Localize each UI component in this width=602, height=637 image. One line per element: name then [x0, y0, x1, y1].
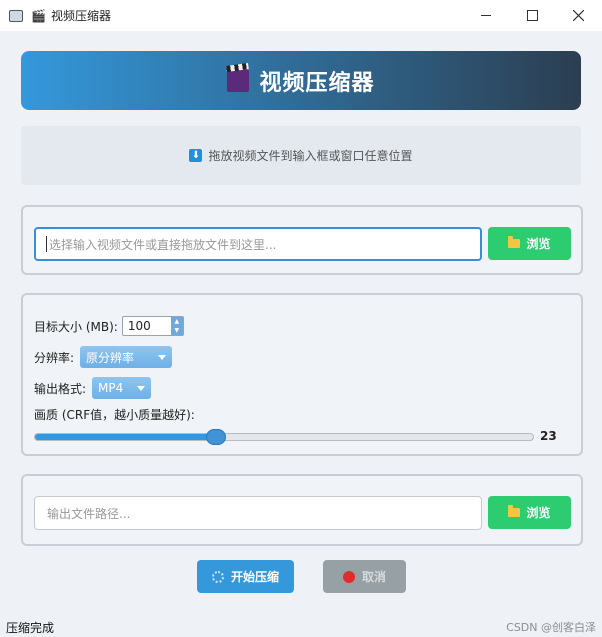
title-bar: 🎬 视频压缩器 — [0, 0, 602, 31]
output-path-placeholder: 输出文件路径... — [47, 506, 131, 521]
quality-label: 画质 (CRF值，越小质量越好): — [34, 408, 195, 422]
spin-up-icon[interactable]: ▲ — [171, 317, 183, 326]
quality-row: 画质 (CRF值，越小质量越好): — [34, 406, 195, 423]
format-row: 输出格式: MP4 — [34, 377, 152, 399]
clapperboard-icon: 🎬 — [31, 8, 46, 23]
header-title: 视频压缩器 — [259, 70, 375, 96]
format-label: 输出格式: — [34, 381, 87, 396]
output-browse-label: 浏览 — [526, 506, 551, 520]
crf-slider[interactable] — [34, 429, 534, 445]
input-file-placeholder: 选择输入视频文件或直接拖放文件到这里... — [49, 237, 277, 252]
input-browse-label: 浏览 — [526, 237, 551, 251]
status-text: 压缩完成 — [6, 621, 55, 635]
input-panel: 选择输入视频文件或直接拖放文件到这里... 浏览 — [21, 205, 583, 275]
clapperboard-icon — [227, 69, 250, 92]
resolution-select[interactable]: 原分辨率 — [80, 346, 173, 368]
drop-zone-text: 拖放视频文件到输入框或窗口任意位置 — [208, 149, 413, 163]
target-size-value: 100 — [127, 319, 151, 333]
close-button[interactable] — [555, 0, 601, 31]
chevron-down-icon — [158, 354, 167, 360]
status-bar: 压缩完成 CSDN @创客白泽 — [0, 617, 602, 637]
input-browse-button[interactable]: 浏览 — [488, 227, 571, 260]
maximize-button[interactable] — [509, 0, 555, 31]
crf-slider-handle[interactable] — [206, 429, 227, 445]
format-select[interactable]: MP4 — [92, 377, 152, 399]
stop-dot-icon — [342, 570, 355, 583]
folder-icon — [508, 505, 521, 517]
resolution-label: 分辨率: — [34, 350, 75, 365]
start-compress-label: 开始压缩 — [230, 570, 279, 584]
cancel-button[interactable]: 取消 — [323, 560, 406, 593]
folder-icon — [508, 236, 521, 248]
start-compress-button[interactable]: 开始压缩 — [197, 560, 294, 593]
spin-down-icon[interactable]: ▼ — [171, 326, 183, 335]
cancel-label: 取消 — [361, 570, 386, 584]
settings-panel: 目标大小 (MB): 100 ▲ ▼ 分辨率: 原分辨率 输出格式: MP4 画… — [21, 293, 583, 456]
output-path-field[interactable]: 输出文件路径... — [34, 496, 482, 530]
drop-zone[interactable]: ⬇ 拖放视频文件到输入框或窗口任意位置 — [21, 126, 581, 185]
minimize-button[interactable] — [463, 0, 509, 31]
text-cursor — [46, 236, 47, 252]
watermark: CSDN @创客白泽 — [506, 621, 596, 634]
resolution-value: 原分辨率 — [86, 350, 135, 365]
app-icon — [9, 9, 23, 22]
chevron-down-icon — [137, 385, 146, 391]
output-panel: 输出文件路径... 浏览 — [21, 474, 583, 546]
header-banner: 视频压缩器 — [21, 51, 581, 110]
input-file-field[interactable]: 选择输入视频文件或直接拖放文件到这里... — [34, 227, 482, 261]
format-value: MP4 — [98, 381, 124, 395]
download-arrow-icon: ⬇ — [189, 149, 203, 162]
spin-buttons[interactable]: ▲ ▼ — [170, 317, 183, 335]
window-title: 视频压缩器 — [50, 9, 111, 23]
close-icon — [572, 10, 584, 21]
target-size-row: 目标大小 (MB): 100 ▲ ▼ — [34, 316, 184, 336]
crf-slider-fill — [35, 434, 217, 440]
target-size-spinbox[interactable]: 100 ▲ ▼ — [121, 316, 184, 336]
gear-icon — [211, 570, 224, 583]
target-size-label: 目标大小 (MB): — [34, 319, 118, 334]
output-browse-button[interactable]: 浏览 — [488, 496, 571, 529]
crf-value: 23 — [540, 429, 557, 443]
resolution-row: 分辨率: 原分辨率 — [34, 346, 173, 368]
